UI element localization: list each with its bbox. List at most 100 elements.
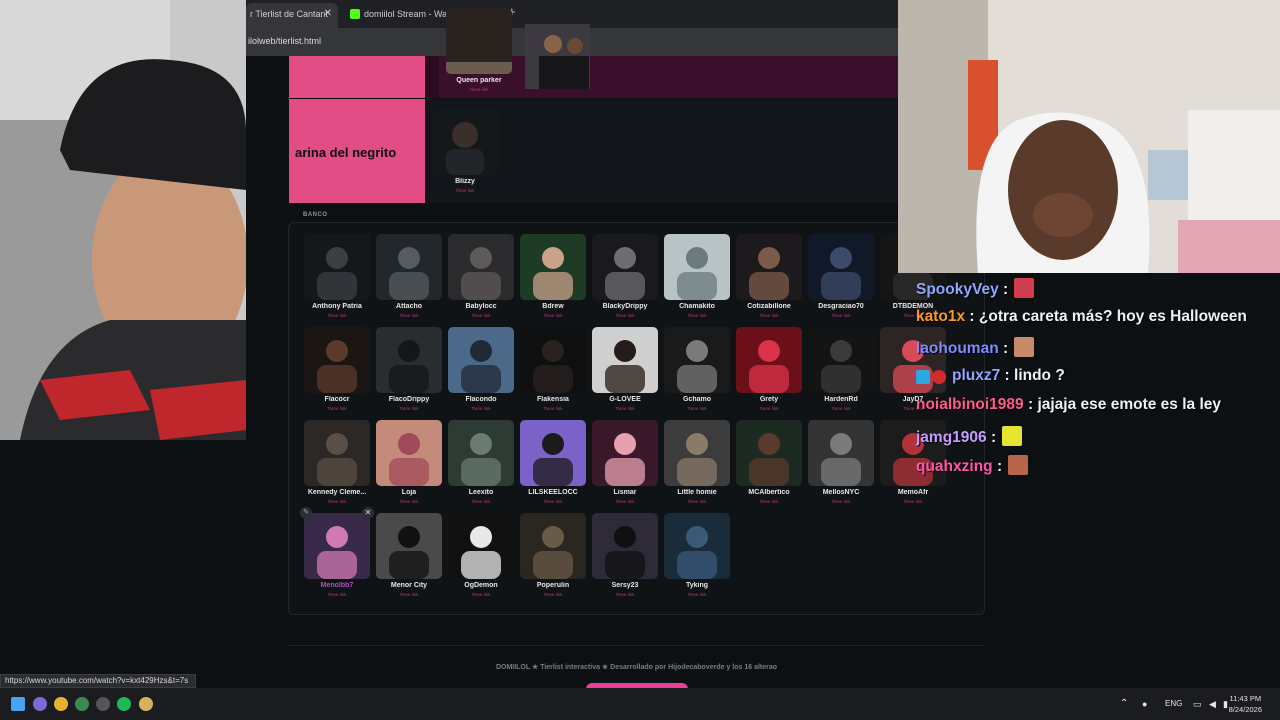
artist-name: Tyking bbox=[685, 582, 709, 589]
artist-card[interactable]: Chamakito Tiene link bbox=[664, 234, 730, 322]
url-text[interactable]: ilolweb/tierlist.html bbox=[248, 36, 321, 46]
artist-name: BlackyDrippy bbox=[602, 303, 648, 310]
artist-link-status: Tiene link bbox=[399, 592, 419, 597]
artist-card[interactable]: Attacho Tiene link bbox=[376, 234, 442, 322]
artist-name: MellosNYC bbox=[822, 489, 860, 496]
artist-card[interactable]: Cotizabillone Tiene link bbox=[736, 234, 802, 322]
artist-name: Blizzy bbox=[455, 178, 475, 185]
windows-start-icon[interactable] bbox=[11, 697, 25, 711]
chat-emote-icon bbox=[1014, 337, 1035, 357]
artist-card[interactable]: BlackyDrippy Tiene link bbox=[592, 234, 658, 322]
app-icon[interactable] bbox=[139, 697, 153, 711]
chat-message: kato1x : ¿otra careta más? hoy es Hallow… bbox=[916, 308, 1247, 326]
network-icon[interactable]: ▭ bbox=[1193, 688, 1202, 720]
artist-card[interactable]: MellosNYC Tiene link bbox=[808, 420, 874, 508]
chat-username[interactable]: laohouman bbox=[916, 340, 999, 357]
artist-card[interactable]: Menolbb7 Tiene link ✎ ✕ bbox=[300, 507, 374, 601]
chrome-active-icon[interactable] bbox=[75, 697, 89, 711]
taskbar: ⌃ ● ENG ▭ ◀ ▮ 11:43 PM 8/24/2026 bbox=[0, 688, 1280, 720]
tier-label-text: arina del negrito bbox=[295, 145, 397, 160]
artist-name: Babylocc bbox=[465, 303, 497, 310]
artist-photo bbox=[736, 420, 802, 486]
artist-name: Poperulin bbox=[536, 582, 570, 589]
edit-icon[interactable]: ✎ bbox=[300, 507, 312, 519]
artist-card[interactable]: Little homie Tiene link bbox=[664, 420, 730, 508]
artist-name: Loja bbox=[401, 489, 417, 496]
microphone-icon[interactable]: ● bbox=[1142, 688, 1147, 720]
chat-text: : bbox=[998, 340, 1009, 357]
chat-message: quahxzing : bbox=[916, 455, 1029, 476]
artist-photo bbox=[520, 513, 586, 579]
chat-username[interactable]: pluxz7 bbox=[952, 367, 1000, 384]
artist-link-status: Tiene link bbox=[543, 592, 563, 597]
chat-message: jamg1906 : bbox=[916, 425, 1023, 447]
artist-card[interactable]: Bdrew Tiene link bbox=[520, 234, 586, 322]
obs-icon[interactable] bbox=[96, 697, 110, 711]
close-tab-icon[interactable]: ✕ bbox=[324, 3, 332, 25]
artist-link-status: Tiene link bbox=[759, 313, 779, 318]
artist-name: Desgraciao70 bbox=[818, 303, 864, 310]
chat-username[interactable]: kato1x bbox=[916, 308, 965, 325]
battery-icon[interactable]: ▮ bbox=[1223, 688, 1228, 720]
language-indicator[interactable]: ENG bbox=[1165, 688, 1182, 720]
artist-card[interactable]: Tyking Tiene link bbox=[664, 513, 730, 601]
artist-photo bbox=[664, 420, 730, 486]
artist-card[interactable]: Gchamo Tiene link bbox=[664, 327, 730, 415]
artist-card[interactable]: Babylocc Tiene link bbox=[448, 234, 514, 322]
artist-link-status: Tiene link bbox=[687, 313, 707, 318]
tray-chevron-icon[interactable]: ⌃ bbox=[1120, 688, 1128, 720]
chat-username[interactable]: jamg1906 bbox=[916, 429, 987, 446]
artist-card[interactable]: MCAlbertico Tiene link bbox=[736, 420, 802, 508]
artist-card[interactable]: Kennedy Cleme... Tiene link bbox=[304, 420, 370, 508]
artist-name: Gchamo bbox=[682, 396, 711, 403]
artist-link-status: Tiene link bbox=[759, 406, 779, 411]
artist-name: LILSKEELOCC bbox=[528, 489, 578, 496]
artist-card[interactable]: Loja Tiene link bbox=[376, 420, 442, 508]
tier-label[interactable]: arina del negrito bbox=[289, 99, 425, 203]
clock[interactable]: 11:43 PM 8/24/2026 bbox=[1229, 693, 1262, 715]
artist-card[interactable]: Flakensia Tiene link bbox=[520, 327, 586, 415]
artist-card[interactable]: Poperulin Tiene link bbox=[520, 513, 586, 601]
artist-link-status: Tiene link bbox=[399, 499, 419, 504]
artist-card[interactable]: OgDemon Tiene link bbox=[448, 513, 514, 601]
artist-name: G-LOVEE bbox=[609, 396, 641, 403]
artist-card[interactable]: Flacondo Tiene link bbox=[448, 327, 514, 415]
artist-card[interactable]: LILSKEELOCC Tiene link bbox=[520, 420, 586, 508]
artist-name: Flacondo bbox=[465, 396, 497, 403]
artist-photo bbox=[376, 327, 442, 393]
clock-date: 8/24/2026 bbox=[1228, 705, 1262, 714]
artist-card[interactable]: Sersy23 Tiene link bbox=[592, 513, 658, 601]
chat-username[interactable]: noialbinoi1989 bbox=[916, 396, 1024, 413]
artist-card[interactable]: Menor City Tiene link bbox=[376, 513, 442, 601]
status-bar-url: https://www.youtube.com/watch?v=kxt429Hz… bbox=[0, 674, 196, 688]
artist-card[interactable]: HardenRd Tiene link bbox=[808, 327, 874, 415]
artist-name: Flakensia bbox=[537, 396, 569, 403]
artist-link-status: Tiene link bbox=[831, 406, 851, 411]
spotify-icon[interactable] bbox=[117, 697, 131, 711]
artist-name: MCAlbertico bbox=[748, 489, 790, 496]
artist-name: Flacocr bbox=[324, 396, 350, 403]
artist-card[interactable]: Lismar Tiene link bbox=[592, 420, 658, 508]
chat-username[interactable]: SpookyVey bbox=[916, 281, 999, 298]
artist-card[interactable]: Desgraciao70 Tiene link bbox=[808, 234, 874, 322]
chat-message: laohouman : bbox=[916, 337, 1035, 358]
volume-icon[interactable]: ◀ bbox=[1209, 688, 1216, 720]
artist-link-status: Tiene link bbox=[615, 592, 635, 597]
app-icon[interactable] bbox=[33, 697, 47, 711]
artist-card[interactable]: Anthony Patria Tiene link bbox=[304, 234, 370, 322]
tier-divider bbox=[425, 56, 439, 98]
remove-icon[interactable]: ✕ bbox=[362, 507, 374, 519]
artist-card[interactable]: Blizzy Tiene link bbox=[432, 109, 498, 197]
artist-name: HardenRd bbox=[824, 396, 858, 403]
artist-card[interactable]: Leexito Tiene link bbox=[448, 420, 514, 508]
tier-label[interactable] bbox=[289, 56, 425, 98]
artist-card[interactable]: Flacocr Tiene link bbox=[304, 327, 370, 415]
artist-card[interactable]: G-LOVEE Tiene link bbox=[592, 327, 658, 415]
chat-username[interactable]: quahxzing bbox=[916, 458, 993, 475]
artist-card[interactable]: FlacoDrippy Tiene link bbox=[376, 327, 442, 415]
artist-card[interactable]: Queen parker Tiene link bbox=[446, 8, 512, 96]
artist-card[interactable]: Grety Tiene link bbox=[736, 327, 802, 415]
banco-title: BANCO bbox=[303, 212, 328, 218]
tab-tierlist[interactable]: r Tierlist de Cantant ✕ bbox=[246, 3, 338, 28]
chrome-icon[interactable] bbox=[54, 697, 68, 711]
